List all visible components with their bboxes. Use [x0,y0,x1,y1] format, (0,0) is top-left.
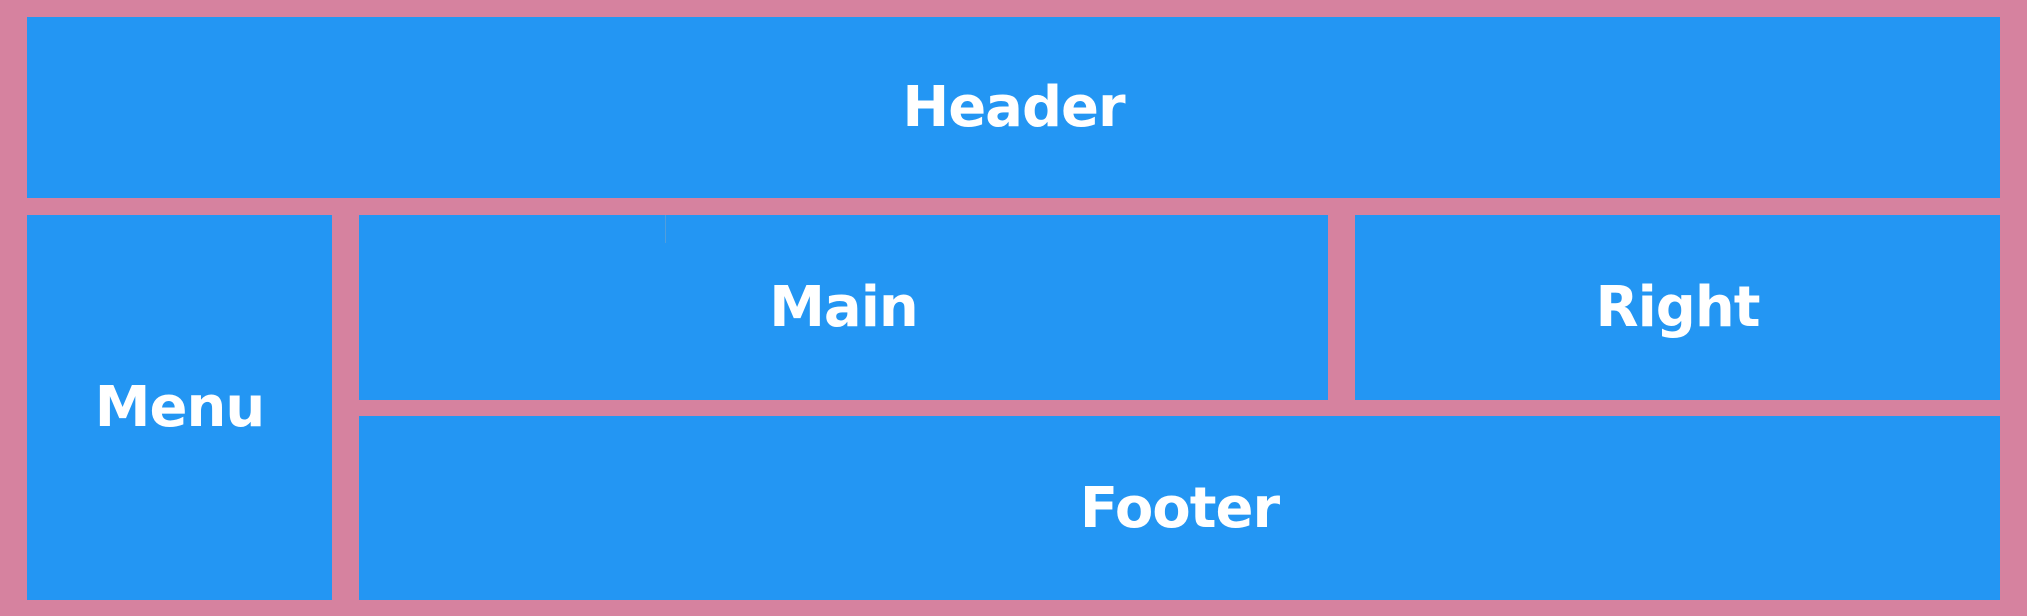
right-label: Right [1595,275,1760,340]
main-region: Main [359,215,1328,400]
main-label: Main [769,275,919,340]
thin-divider-line [665,215,666,243]
footer-label: Footer [1079,475,1280,541]
menu-label: Menu [94,375,265,440]
menu-region: Menu [27,215,332,600]
header-label: Header [902,75,1125,140]
right-region: Right [1355,215,2000,400]
header-region: Header [27,17,2000,198]
footer-region: Footer [359,416,2000,600]
grid-layout-demo: Header Menu Main Right Footer [0,0,2027,616]
